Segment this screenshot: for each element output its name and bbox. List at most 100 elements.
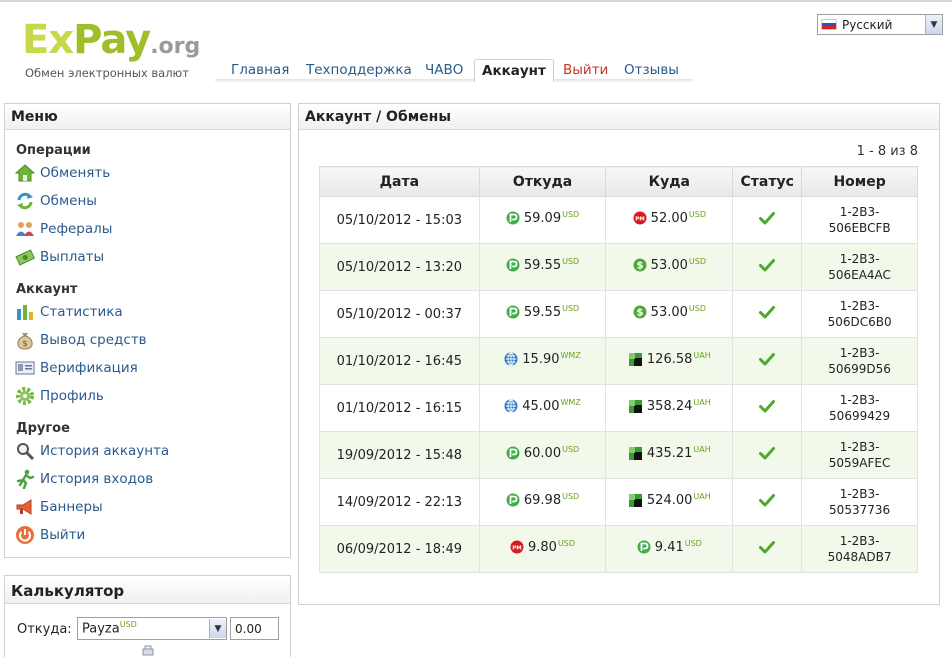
cell-number[interactable]: 1-2B3- 506DC6B0 bbox=[801, 290, 918, 338]
menu-item-label: Обменять bbox=[40, 165, 111, 181]
bar-chart-icon bbox=[14, 302, 36, 322]
perfectmoney-icon: PM bbox=[633, 211, 647, 225]
menu-item-withdraw[interactable]: $ Вывод средств bbox=[14, 329, 147, 351]
menu-item-exchange[interactable]: Обменять bbox=[14, 162, 110, 184]
cell-status bbox=[732, 337, 803, 385]
cell-number[interactable]: 1-2B3- 506EBCFB bbox=[801, 196, 918, 244]
nav-account[interactable]: Аккаунт bbox=[474, 59, 554, 82]
language-select[interactable]: Русский ▼ bbox=[817, 14, 943, 35]
column-header-number[interactable]: Номер bbox=[801, 166, 918, 197]
cell-status bbox=[732, 478, 803, 526]
nav-logout[interactable]: Выйти bbox=[563, 62, 608, 78]
menu-item-profile[interactable]: Профиль bbox=[14, 385, 104, 407]
number-part-1: 1-2B3- bbox=[839, 299, 880, 313]
menu-item-logout[interactable]: Выйти bbox=[14, 524, 85, 546]
cell-date: 05/10/2012 - 15:03 bbox=[319, 196, 480, 244]
cell-number[interactable]: 1-2B3- 50699D56 bbox=[801, 337, 918, 385]
table-row: 14/09/2012 - 22:13 69.98 USD 524.00 UAH 1-2B3… bbox=[319, 478, 918, 526]
menu-item-label: Баннеры bbox=[40, 499, 103, 515]
payza-icon bbox=[506, 211, 520, 225]
to-amount: 53.00 bbox=[650, 257, 688, 273]
cell-to: 435.21 UAH bbox=[605, 431, 734, 479]
payza-icon bbox=[506, 446, 520, 460]
id-card-icon bbox=[14, 358, 36, 378]
pagination-info: 1 - 8 из 8 bbox=[856, 144, 918, 159]
cell-date: 06/09/2012 - 18:49 bbox=[319, 525, 480, 573]
checkmark-icon bbox=[759, 447, 776, 464]
menu-item-label: Верификация bbox=[40, 360, 138, 376]
webmoney-icon bbox=[504, 399, 518, 413]
menu-item-statistics[interactable]: Статистика bbox=[14, 301, 123, 323]
menu-section-account: Аккаунт bbox=[16, 282, 78, 297]
running-man-icon bbox=[14, 469, 36, 489]
menu-item-payouts[interactable]: Выплаты bbox=[14, 246, 104, 268]
exchanges-table: Дата Откуда Куда Статус Номер 05/10/2012… bbox=[319, 166, 918, 573]
menu-item-label: Вывод средств bbox=[40, 332, 147, 348]
page-title: Аккаунт / Обмены bbox=[299, 104, 939, 130]
table-row: 05/10/2012 - 00:37 59.55 USD $53.00 USD 1-2B3… bbox=[319, 290, 918, 338]
menu-item-label: История аккаунта bbox=[40, 443, 170, 459]
cell-from: 15.90 WMZ bbox=[478, 337, 607, 385]
menu-item-banners[interactable]: Баннеры bbox=[14, 496, 103, 518]
table-row: 05/10/2012 - 13:20 59.55 USD $53.00 USD 1-2B3… bbox=[319, 243, 918, 291]
number-part-2: 506EBCFB bbox=[828, 221, 891, 235]
cell-number[interactable]: 1-2B3- 5048ADB7 bbox=[801, 525, 918, 573]
column-header-from[interactable]: Откуда bbox=[478, 166, 607, 197]
from-currency: WMZ bbox=[560, 350, 581, 360]
menu-section-other: Другое bbox=[16, 421, 70, 436]
nav-support[interactable]: Техподдержка bbox=[306, 62, 412, 78]
russia-flag-icon bbox=[821, 19, 837, 30]
cell-status bbox=[732, 243, 803, 291]
to-amount: 358.24 bbox=[646, 398, 693, 414]
menu-item-exchanges[interactable]: Обмены bbox=[14, 190, 97, 212]
menu-item-label: История входов bbox=[40, 471, 154, 487]
nav-faq[interactable]: ЧАВО bbox=[425, 62, 463, 78]
menu-item-label: Выплаты bbox=[40, 249, 105, 265]
cell-date: 05/10/2012 - 13:20 bbox=[319, 243, 480, 291]
column-header-to[interactable]: Куда bbox=[605, 166, 734, 197]
column-header-status[interactable]: Статус bbox=[732, 166, 803, 197]
from-currency: USD bbox=[562, 491, 580, 501]
calculator-from-value: Payza bbox=[82, 621, 120, 637]
dollar-icon: $ bbox=[633, 258, 647, 272]
cell-from: 59.55 USD bbox=[478, 243, 607, 291]
from-amount: 15.90 bbox=[522, 351, 560, 367]
number-part-2: 506DC6B0 bbox=[827, 315, 892, 329]
menu-item-referrals[interactable]: Рефералы bbox=[14, 218, 112, 240]
swap-icon[interactable] bbox=[141, 644, 155, 657]
cell-from: 60.00 USD bbox=[478, 431, 607, 479]
cell-number[interactable]: 1-2B3- 50537736 bbox=[801, 478, 918, 526]
language-selected: Русский bbox=[842, 17, 893, 32]
chevron-down-icon[interactable]: ▼ bbox=[925, 15, 942, 34]
menu-item-label: Обмены bbox=[40, 193, 97, 209]
cell-from: PM 9.80 USD bbox=[478, 525, 607, 573]
cell-number[interactable]: 1-2B3- 5059AFEC bbox=[801, 431, 918, 479]
payza-icon bbox=[506, 305, 520, 319]
cell-from: 69.98 USD bbox=[478, 478, 607, 526]
column-header-date[interactable]: Дата bbox=[319, 166, 480, 197]
number-part-2: 50537736 bbox=[829, 503, 891, 517]
calculator-amount-input[interactable] bbox=[230, 617, 279, 640]
cell-date: 05/10/2012 - 00:37 bbox=[319, 290, 480, 338]
to-amount: 52.00 bbox=[650, 210, 688, 226]
from-amount: 59.55 bbox=[523, 304, 562, 320]
menu-item-verification[interactable]: Верификация bbox=[14, 357, 138, 379]
to-currency: UAH bbox=[693, 350, 711, 360]
logo[interactable]: ExPay.org bbox=[22, 17, 200, 70]
money-bag-icon: $ bbox=[14, 330, 36, 350]
calculator-from-select[interactable]: PayzaUSD ▼ bbox=[77, 617, 227, 640]
chevron-down-icon[interactable]: ▼ bbox=[209, 619, 226, 638]
cell-status bbox=[732, 384, 803, 432]
perfectmoney-icon: PM bbox=[510, 540, 524, 554]
to-currency: USD bbox=[688, 209, 706, 219]
menu-item-login-history[interactable]: История входов bbox=[14, 468, 153, 490]
menu-item-label: Статистика bbox=[40, 304, 123, 320]
nav-home[interactable]: Главная bbox=[231, 62, 289, 78]
cell-number[interactable]: 1-2B3- 506EA4AC bbox=[801, 243, 918, 291]
nav-reviews[interactable]: Отзывы bbox=[624, 62, 679, 78]
menu-item-account-history[interactable]: История аккаунта bbox=[14, 440, 169, 462]
cell-number[interactable]: 1-2B3- 50699429 bbox=[801, 384, 918, 432]
svg-text:$: $ bbox=[636, 308, 643, 319]
menu-title: Меню bbox=[5, 104, 290, 130]
privat-icon bbox=[628, 352, 643, 367]
